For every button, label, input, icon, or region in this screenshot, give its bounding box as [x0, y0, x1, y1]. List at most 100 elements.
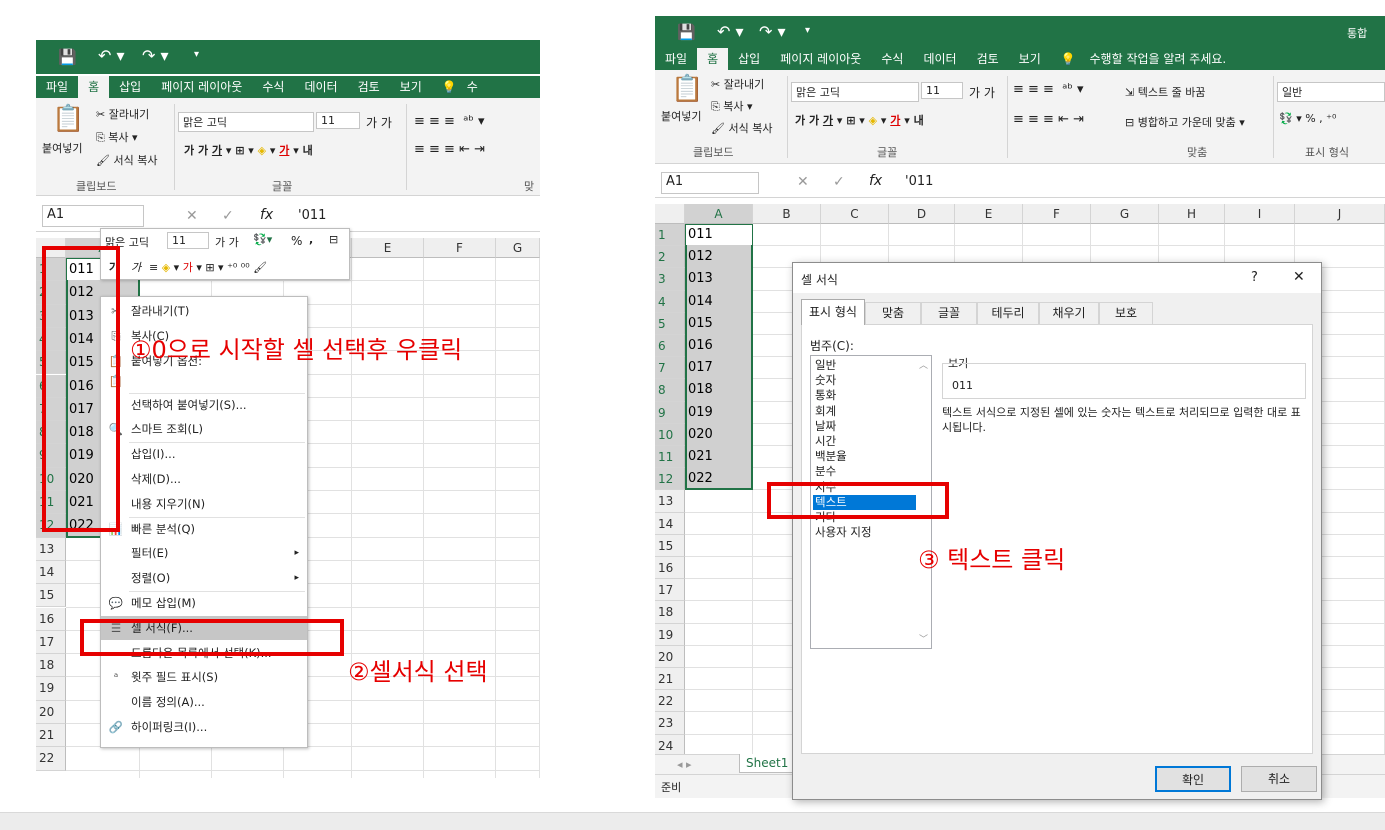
row-header[interactable]: 22: [655, 690, 685, 713]
align-buttons-2[interactable]: ≡ ≡ ≡ ⇤ ⇥: [1013, 112, 1084, 127]
fx-icon[interactable]: fx: [260, 207, 273, 223]
tab-view[interactable]: 보기: [390, 76, 432, 98]
ok-button[interactable]: 확인: [1155, 766, 1231, 792]
column-header[interactable]: G: [496, 238, 540, 258]
font-name-box[interactable]: 맑은 고딕: [791, 82, 919, 102]
column-header[interactable]: I: [1225, 204, 1295, 224]
paste-icon[interactable]: 📋: [671, 74, 703, 104]
dialog-tab[interactable]: 표시 형식: [801, 299, 865, 325]
redo-icon[interactable]: ↷ ▾: [759, 22, 786, 41]
row-header[interactable]: 21: [36, 724, 66, 748]
help-icon[interactable]: ?: [1251, 270, 1258, 285]
menu-item[interactable]: 이름 정의(A)...: [101, 690, 307, 714]
column-header[interactable]: E: [352, 238, 424, 258]
row-header[interactable]: 14: [36, 560, 66, 585]
font-style-buttons[interactable]: 가 가 가 ▾ ⊞ ▾ ◈ ▾ 가 ▾ 내: [795, 112, 924, 128]
menu-item[interactable]: 📋: [101, 369, 307, 391]
menu-item[interactable]: 삽입(I)...: [101, 442, 307, 466]
row-header[interactable]: 15: [36, 584, 66, 608]
paste-label[interactable]: 붙여넣기: [661, 108, 701, 124]
format-painter-button[interactable]: 🖌 서식 복사: [711, 120, 772, 136]
menu-item[interactable]: 🔍 스마트 조회(L): [101, 417, 307, 441]
mini-comma[interactable]: ,: [309, 233, 313, 246]
fx-icon[interactable]: fx: [869, 173, 882, 189]
cancel-button[interactable]: 취소: [1241, 766, 1317, 792]
save-icon[interactable]: 💾: [58, 48, 77, 66]
row-header[interactable]: 5: [655, 312, 685, 335]
row-header[interactable]: 15: [655, 534, 685, 557]
tab-review[interactable]: 검토: [967, 48, 1009, 70]
row-header[interactable]: 17: [655, 579, 685, 602]
column-header[interactable]: B: [753, 204, 821, 224]
mini-merge-icon[interactable]: ⊟: [329, 233, 338, 246]
cell-value[interactable]: 021: [685, 446, 713, 468]
font-name-box[interactable]: 맑은 고딕: [178, 112, 314, 132]
merge-center-button[interactable]: ⊟ 병합하고 가운데 맞춤 ▾: [1125, 114, 1245, 130]
menu-item[interactable]: 선택하여 붙여넣기(S)...: [101, 393, 307, 417]
formula-input[interactable]: '011: [298, 208, 326, 223]
column-header[interactable]: J: [1295, 204, 1385, 224]
copy-button[interactable]: ⎘ 복사 ▾: [711, 98, 753, 114]
column-header[interactable]: F: [1023, 204, 1091, 224]
mini-currency-icon[interactable]: 💱▾: [253, 233, 272, 246]
row-header[interactable]: 18: [36, 654, 66, 678]
cell-value[interactable]: 011: [685, 224, 713, 246]
row-header[interactable]: 20: [36, 700, 66, 724]
row-header[interactable]: 6: [655, 335, 685, 358]
mini-size-box[interactable]: 11: [167, 232, 209, 249]
mini-grow-font-icon[interactable]: 가 가: [215, 234, 239, 250]
row-header[interactable]: 13: [36, 537, 66, 561]
redo-icon[interactable]: ↷ ▾: [142, 46, 169, 65]
list-scroll-up[interactable]: ︿: [919, 358, 928, 371]
column-header[interactable]: C: [821, 204, 889, 224]
number-format-box[interactable]: 일반: [1277, 82, 1385, 102]
row-header[interactable]: 9: [655, 401, 685, 424]
row-header[interactable]: 21: [655, 668, 685, 691]
category-item[interactable]: 숫자: [813, 373, 916, 388]
grow-font-icon[interactable]: 가 가: [969, 84, 995, 101]
menu-item[interactable]: 삭제(D)...: [101, 467, 307, 491]
cell-value[interactable]: 022: [685, 468, 713, 490]
customize-icon[interactable]: ▾: [805, 25, 810, 36]
tab-data[interactable]: 데이터: [294, 76, 347, 98]
cell-value[interactable]: 012: [685, 246, 713, 268]
column-header[interactable]: D: [889, 204, 955, 224]
mini-percent[interactable]: %: [291, 234, 302, 248]
row-header[interactable]: 4: [655, 290, 685, 313]
column-header[interactable]: A: [685, 204, 753, 224]
dialog-tab[interactable]: 글꼴: [921, 302, 977, 324]
menu-item[interactable]: 내용 지우기(N): [101, 492, 307, 516]
row-header[interactable]: 18: [655, 601, 685, 624]
cell-value[interactable]: 016: [685, 335, 713, 357]
tab-data[interactable]: 데이터: [913, 48, 966, 70]
tab-tell-me[interactable]: 💡 수행할 작업을 알려 주세요.: [1051, 48, 1246, 70]
cell-value[interactable]: 018: [685, 379, 713, 401]
cut-button[interactable]: ✂ 잘라내기: [711, 76, 764, 92]
category-item[interactable]: 통화: [813, 388, 916, 403]
number-buttons[interactable]: 💱 ▾ % , ⁺⁰: [1279, 112, 1336, 125]
row-header[interactable]: 2: [655, 246, 685, 269]
undo-icon[interactable]: ↶ ▾: [98, 46, 125, 65]
row-header[interactable]: 7: [655, 357, 685, 380]
category-item[interactable]: 분수: [813, 464, 916, 479]
row-header[interactable]: 10: [655, 423, 685, 446]
row-header[interactable]: 12: [655, 468, 685, 491]
copy-button[interactable]: ⎘ 복사 ▾: [96, 129, 138, 145]
tab-review[interactable]: 검토: [348, 76, 390, 98]
undo-icon[interactable]: ↶ ▾: [717, 22, 744, 41]
menu-item[interactable]: ✂ 잘라내기(T): [101, 299, 307, 323]
row-header[interactable]: 14: [655, 512, 685, 535]
paste-icon[interactable]: 📋: [52, 104, 84, 134]
dialog-tab[interactable]: 맞춤: [865, 302, 921, 324]
dialog-tab[interactable]: 테두리: [977, 302, 1039, 324]
tab-page-layout[interactable]: 페이지 레이아웃: [770, 48, 871, 70]
row-header[interactable]: 11: [655, 446, 685, 469]
tab-home[interactable]: 홈: [697, 48, 729, 70]
align-buttons-2[interactable]: ≡ ≡ ≡ ⇤ ⇥: [414, 142, 485, 157]
close-icon[interactable]: ✕: [1293, 269, 1305, 285]
tab-insert[interactable]: 삽입: [109, 76, 151, 98]
enter-icon[interactable]: ✓: [222, 208, 234, 224]
column-header[interactable]: E: [955, 204, 1023, 224]
align-buttons[interactable]: ≡ ≡ ≡ ᵃᵇ ▾: [414, 114, 485, 129]
tab-file[interactable]: 파일: [36, 76, 78, 98]
